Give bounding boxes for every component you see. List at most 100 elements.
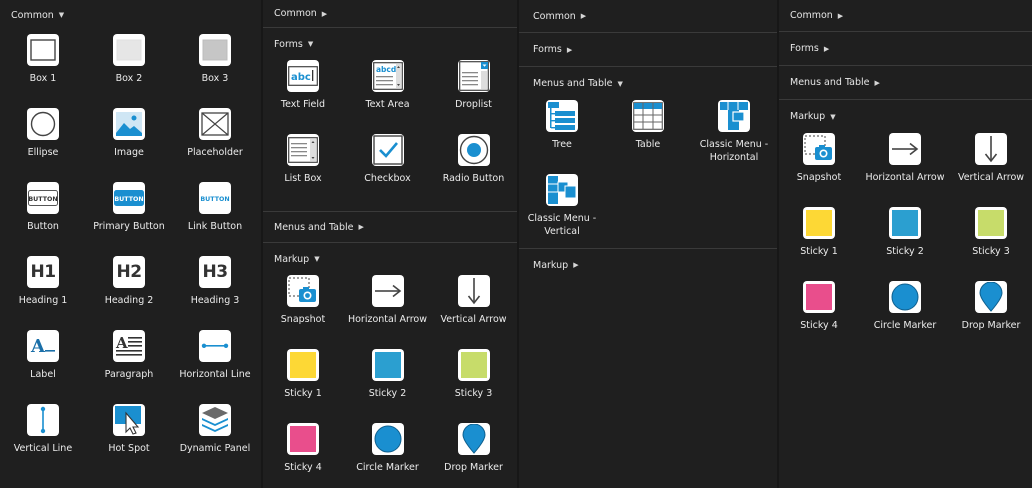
widget-drop-marker[interactable]: Drop Marker	[951, 281, 1031, 355]
sticky4-icon	[803, 281, 835, 313]
section-header-markup[interactable]: Markup ▶	[519, 249, 779, 281]
widget-heading1[interactable]: H1 Heading 1	[0, 256, 86, 330]
widget-list-box[interactable]: List Box	[264, 134, 342, 208]
widget-classic-menu-vertical[interactable]: Classic Menu - Vertical	[519, 174, 605, 248]
widget-droplist[interactable]: Droplist	[433, 60, 514, 134]
section-header-forms[interactable]: Forms ▶	[519, 33, 779, 66]
widget-sticky4[interactable]: Sticky 4	[264, 423, 342, 488]
widget-sticky4[interactable]: Sticky 4	[779, 281, 859, 355]
widget-label: Droplist	[455, 99, 492, 110]
collapsed-arrow-icon: ▶	[837, 11, 844, 20]
widget-label: Horizontal Arrow	[347, 314, 428, 325]
widget-table[interactable]: Table	[605, 100, 691, 174]
widget-label: Radio Button	[442, 173, 505, 184]
widget-sticky3[interactable]: Sticky 3	[433, 349, 514, 423]
widget-vertical-line[interactable]: Vertical Line	[0, 404, 86, 478]
widget-label: Heading 3	[190, 295, 240, 306]
section-header-common[interactable]: Common ▶	[779, 0, 1032, 31]
expanded-arrow-icon: ▼	[314, 255, 320, 263]
widget-snapshot[interactable]: Snapshot	[264, 275, 342, 349]
text-area-icon: abcd	[371, 60, 404, 92]
widget-link-button[interactable]: BUTTON Link Button	[172, 182, 258, 256]
widget-label: Paragraph	[104, 369, 154, 380]
widget-sticky1[interactable]: Sticky 1	[264, 349, 342, 423]
widget-horizontal-arrow[interactable]: Horizontal Arrow	[342, 275, 433, 349]
table-icon	[632, 100, 664, 132]
widget-tree[interactable]: Tree	[519, 100, 605, 174]
section-header-label: Markup	[274, 253, 310, 265]
section-header-common[interactable]: Common ▶	[263, 0, 519, 27]
link-button-icon: BUTTON	[199, 182, 231, 214]
widget-primary-button[interactable]: BUTTON Primary Button	[86, 182, 172, 256]
collapsed-arrow-icon: ▶	[580, 12, 587, 20]
widget-text-field[interactable]: abc Text Field	[264, 60, 342, 134]
widget-ellipse[interactable]: Ellipse	[0, 108, 86, 182]
widget-circle-marker[interactable]: Circle Marker	[342, 423, 433, 488]
widget-sticky3[interactable]: Sticky 3	[951, 207, 1031, 281]
section-header-label: Menus and Table	[790, 77, 870, 88]
widget-panel-3: Common ▶ Forms ▶ Menus and Table ▼ Tree T…	[517, 0, 779, 488]
widget-image[interactable]: Image	[86, 108, 172, 182]
widget-label: Classic Menu - Horizontal	[699, 139, 769, 163]
widget-classic-menu-horizontal[interactable]: Classic Menu - Horizontal	[691, 100, 777, 174]
widget-sticky2[interactable]: Sticky 2	[859, 207, 951, 281]
widget-box2[interactable]: Box 2	[86, 34, 172, 108]
widget-dynamic-panel[interactable]: Dynamic Panel	[172, 404, 258, 478]
widget-hot-spot[interactable]: Hot Spot	[86, 404, 172, 478]
widget-text-area[interactable]: abcd Text Area	[342, 60, 433, 134]
widget-drop-marker[interactable]: Drop Marker	[433, 423, 514, 488]
tree-icon	[546, 100, 578, 132]
widget-box1[interactable]: Box 1	[0, 34, 86, 108]
widget-box3[interactable]: Box 3	[172, 34, 258, 108]
droplist-icon	[457, 60, 490, 92]
widget-paragraph[interactable]: A Paragraph	[86, 330, 172, 404]
widget-label: Ellipse	[27, 147, 59, 158]
snapshot-icon	[803, 133, 835, 165]
box1-icon	[27, 34, 59, 66]
list-box-icon	[287, 134, 319, 166]
section-header-menus-and-table[interactable]: Menus and Table ▼	[519, 67, 779, 100]
section-header-markup[interactable]: Markup ▼	[779, 100, 1032, 133]
widget-placeholder[interactable]: Placeholder	[172, 108, 258, 182]
collapsed-arrow-icon: ▶	[358, 223, 364, 231]
widget-horizontal-line[interactable]: Horizontal Line	[172, 330, 258, 404]
widget-snapshot[interactable]: Snapshot	[779, 133, 859, 207]
sticky3-icon	[975, 207, 1007, 239]
widget-panel-1: Common ▼ Box 1 Box 2 Box 3 Ellipse Image Plac…	[0, 0, 261, 488]
expanded-arrow-icon: ▼	[307, 40, 314, 48]
widget-label: Link Button	[187, 221, 243, 232]
section-header-label: Forms	[533, 44, 562, 55]
section-header-forms[interactable]: Forms ▼	[263, 28, 519, 60]
widget-label: Sticky 1	[800, 246, 838, 257]
markup-widget-grid: Snapshot Horizontal Arrow Vertical Arrow St…	[779, 133, 1032, 355]
widget-radio-button[interactable]: Radio Button	[433, 134, 514, 208]
widget-heading3[interactable]: H3 Heading 3	[172, 256, 258, 330]
widget-button[interactable]: BUTTON Button	[0, 182, 86, 256]
widget-sticky1[interactable]: Sticky 1	[779, 207, 859, 281]
section-header-menus-and-table[interactable]: Menus and Table ▶	[263, 212, 519, 242]
widget-label[interactable]: A Label	[0, 330, 86, 404]
forms-widget-grid: abc Text Field abcd Text Area Droplist List B…	[263, 60, 519, 208]
widget-checkbox[interactable]: Checkbox	[342, 134, 433, 208]
section-header-menus-and-table[interactable]: Menus and Table ▶	[779, 66, 1032, 99]
widget-label: Box 1	[29, 73, 57, 84]
section-header-forms[interactable]: Forms ▶	[779, 32, 1032, 65]
common-widget-grid: Box 1 Box 2 Box 3 Ellipse Image Placeholder BU…	[0, 34, 261, 478]
widget-label: Circle Marker	[356, 462, 419, 473]
section-header-common[interactable]: Common ▼	[0, 0, 261, 30]
placeholder-icon	[199, 108, 231, 140]
widget-label: Tree	[552, 139, 572, 150]
widget-heading2[interactable]: H2 Heading 2	[86, 256, 172, 330]
widget-vertical-arrow[interactable]: Vertical Arrow	[433, 275, 514, 349]
widget-circle-marker[interactable]: Circle Marker	[859, 281, 951, 355]
widget-label: Hot Spot	[108, 443, 150, 454]
text-field-icon: abc	[287, 60, 319, 92]
widget-label: Sticky 3	[972, 246, 1010, 257]
svg-text:BUTTON: BUTTON	[28, 196, 57, 203]
section-header-common[interactable]: Common ▶	[519, 0, 779, 32]
widget-vertical-arrow[interactable]: Vertical Arrow	[951, 133, 1031, 207]
widget-horizontal-arrow[interactable]: Horizontal Arrow	[859, 133, 951, 207]
widget-sticky2[interactable]: Sticky 2	[342, 349, 433, 423]
drop-marker-icon	[457, 423, 490, 455]
section-header-markup[interactable]: Markup ▼	[263, 243, 519, 275]
